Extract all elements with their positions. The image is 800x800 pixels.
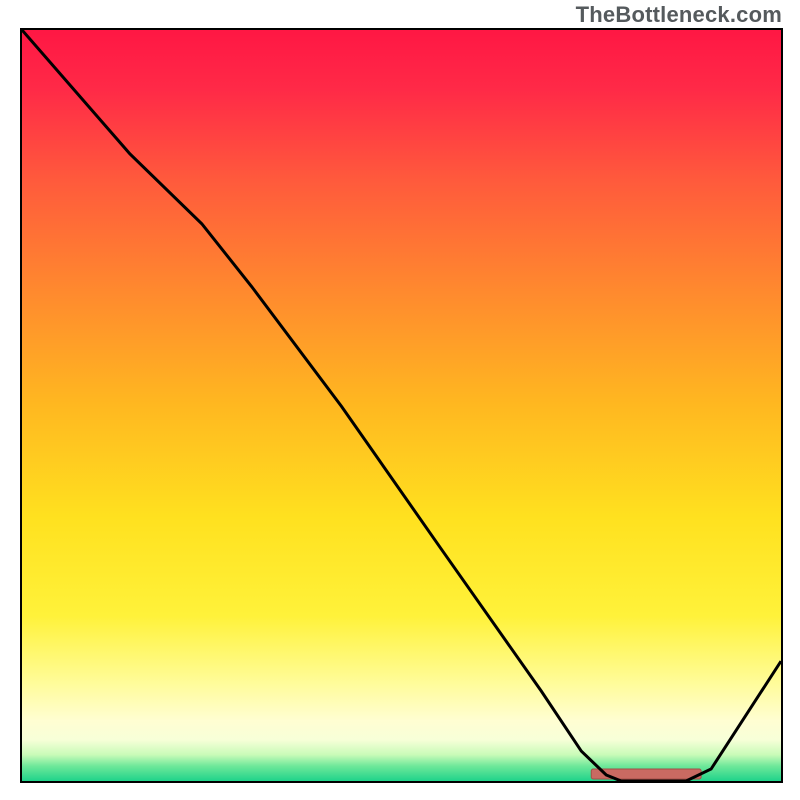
watermark-label: TheBottleneck.com (576, 2, 782, 28)
chart-frame: TheBottleneck.com (0, 0, 800, 800)
gradient-background (22, 30, 781, 781)
plot-area (20, 28, 783, 783)
plot-svg (22, 30, 781, 781)
